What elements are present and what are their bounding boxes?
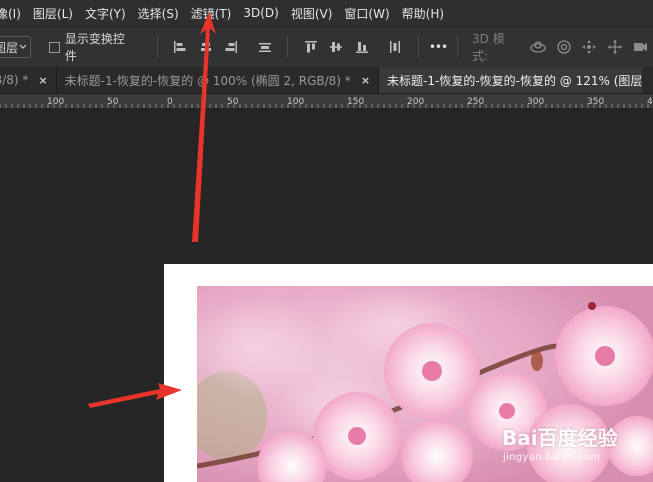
distribute-horizontal-icon[interactable] — [386, 38, 403, 56]
tab-label: 未标题-1-恢复的-恢复的 @ 100% (椭圆 2, RGB/8) * — [64, 73, 351, 88]
distribute-vertical-icon[interactable] — [256, 38, 273, 56]
baidu-watermark-url: jingyan.baidu.com — [503, 452, 601, 463]
tab-document-3[interactable]: 未标题-1-恢复的-恢复的-恢复的 @ 121% (图层 — [379, 67, 643, 93]
ruler-label: 300 — [527, 97, 544, 107]
divider — [156, 36, 158, 58]
slide-3d-icon[interactable] — [606, 38, 623, 56]
align-right-icon[interactable] — [222, 38, 239, 56]
divider — [457, 36, 459, 58]
auto-select-dropdown[interactable]: 图层 — [0, 36, 32, 58]
3d-mode-label: 3D 模式: — [472, 32, 505, 63]
tab-label: 未标题-1-恢复的-恢复的-恢复的 @ 121% (图层 — [387, 73, 643, 88]
baidu-watermark: Bai百度经验 — [502, 426, 618, 450]
divider — [287, 36, 289, 58]
menu-window[interactable]: 窗口(W) — [338, 5, 395, 22]
ruler-label: 50 — [227, 97, 239, 107]
options-bar: 图层 显示变换控件 ••• 3D 模式: — [0, 26, 653, 67]
tab-label: B/8) * — [0, 73, 29, 87]
ruler-ticks: 100 50 0 50 100 150 200 250 300 350 400 — [0, 97, 653, 108]
ruler-label: 100 — [287, 97, 304, 107]
ruler-label: 150 — [347, 97, 364, 107]
show-transform-checkbox[interactable] — [49, 41, 60, 53]
ruler-label: 400 — [647, 97, 653, 107]
ruler-label: 200 — [407, 97, 424, 107]
menu-layer[interactable]: 图层(L) — [27, 5, 79, 22]
menu-type[interactable]: 文字(Y) — [79, 5, 132, 22]
pan-3d-icon[interactable] — [581, 38, 598, 56]
show-transform-label: 显示变换控件 — [64, 32, 125, 63]
ruler-label: 100 — [47, 97, 64, 107]
close-icon[interactable]: × — [361, 74, 370, 87]
horizontal-ruler[interactable]: 100 50 0 50 100 150 200 250 300 350 400 — [0, 94, 653, 109]
menu-3d[interactable]: 3D(D) — [237, 6, 284, 20]
scale-3d-icon[interactable] — [632, 38, 649, 56]
tab-document-2[interactable]: 未标题-1-恢复的-恢复的 @ 100% (椭圆 2, RGB/8) * × — [57, 67, 380, 93]
menu-image[interactable]: 像(I) — [0, 5, 27, 22]
menu-help[interactable]: 帮助(H) — [396, 5, 450, 22]
ruler-label: 350 — [587, 97, 604, 107]
ruler-label: 250 — [467, 97, 484, 107]
menu-select[interactable]: 选择(S) — [132, 5, 185, 22]
chevron-down-icon — [19, 44, 27, 49]
menu-bar: 像(I) 图层(L) 文字(Y) 选择(S) 滤镜(T) 3D(D) 视图(V)… — [0, 0, 653, 26]
align-left-icon[interactable] — [172, 38, 189, 56]
ruler-label: 0 — [167, 97, 173, 107]
align-horizontal-center-icon[interactable] — [197, 38, 214, 56]
divider — [417, 36, 419, 58]
roll-3d-icon[interactable] — [555, 38, 572, 56]
menu-view[interactable]: 视图(V) — [285, 5, 339, 22]
menu-filter[interactable]: 滤镜(T) — [185, 5, 238, 22]
align-bottom-icon[interactable] — [353, 38, 370, 56]
ruler-label: 50 — [107, 97, 119, 107]
auto-select-value: 图层 — [0, 40, 19, 55]
orbit-3d-icon[interactable] — [529, 38, 547, 56]
align-top-icon[interactable] — [302, 38, 319, 56]
tab-document-1[interactable]: B/8) * × — [0, 67, 57, 93]
close-icon[interactable]: × — [38, 74, 47, 87]
align-vertical-center-icon[interactable] — [328, 38, 345, 56]
document-tabs: B/8) * × 未标题-1-恢复的-恢复的 @ 100% (椭圆 2, RGB… — [0, 67, 653, 94]
more-options-button[interactable]: ••• — [429, 40, 448, 54]
